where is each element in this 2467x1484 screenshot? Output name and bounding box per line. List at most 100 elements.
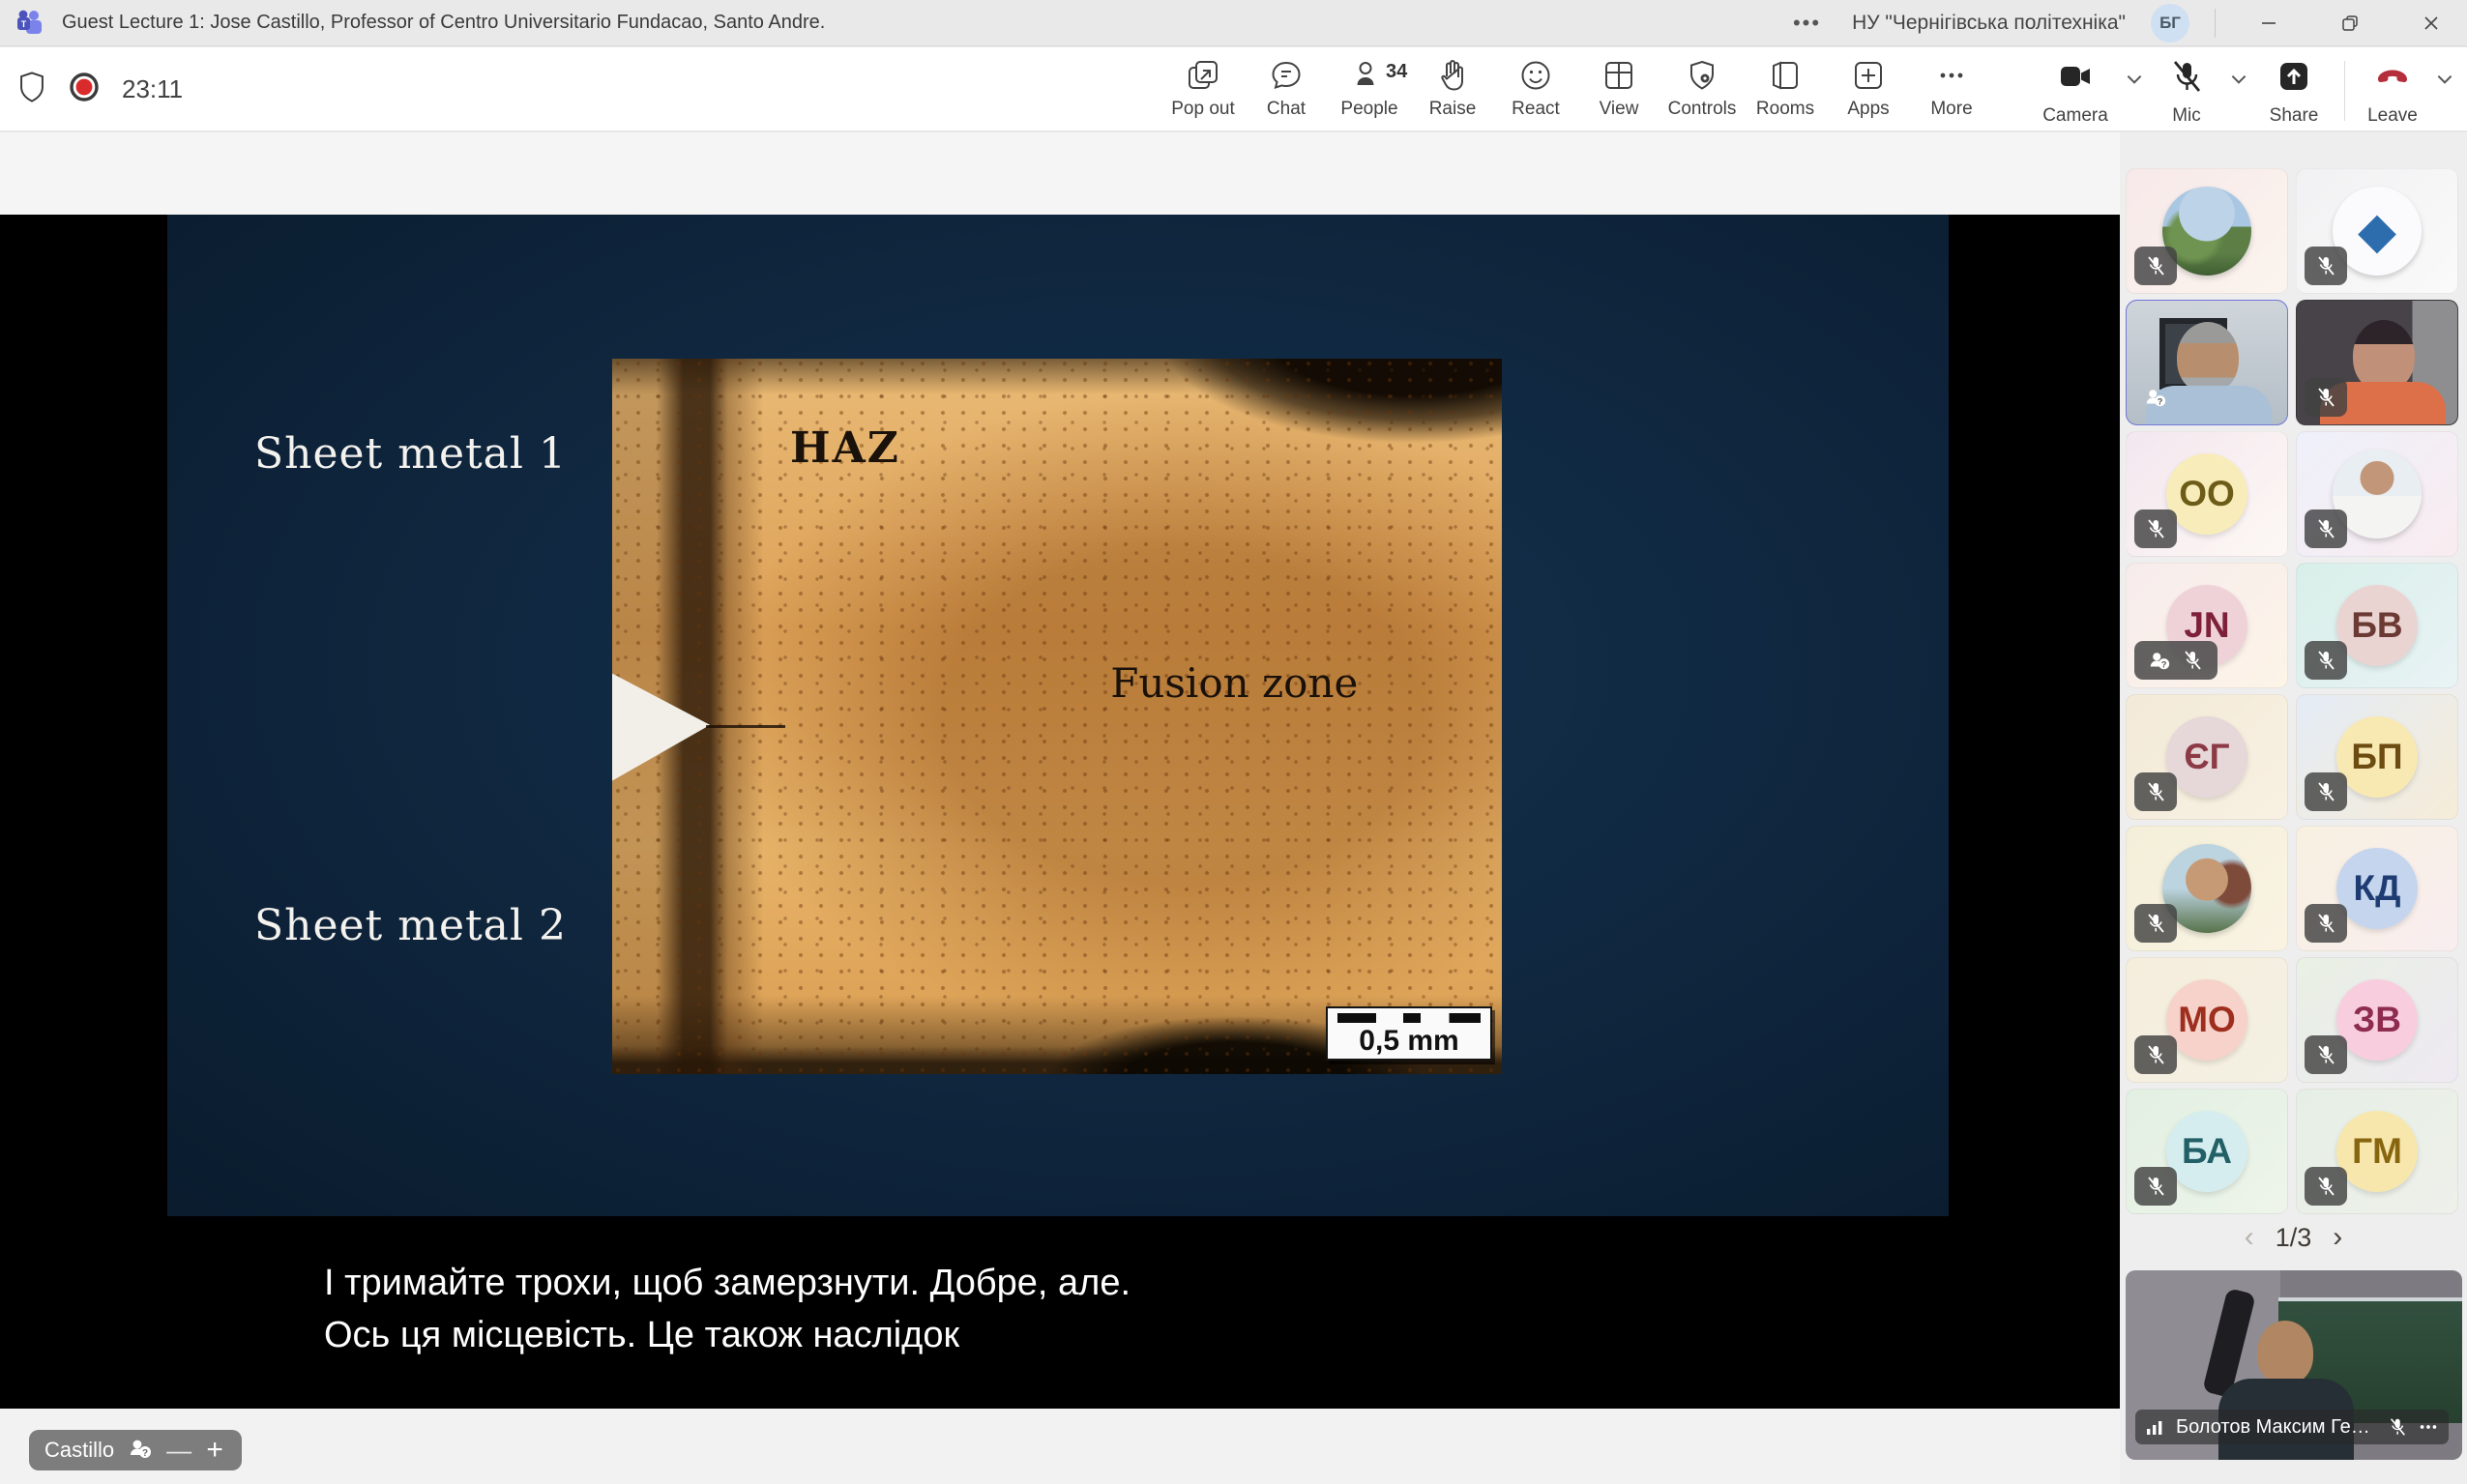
view-icon: [1601, 57, 1637, 94]
svg-text:?: ?: [2158, 396, 2163, 406]
meeting-title: Guest Lecture 1: Jose Castillo, Professo…: [62, 12, 825, 34]
restore-button[interactable]: [2322, 1, 2378, 45]
toolbar-people-button[interactable]: 34People: [1331, 57, 1408, 120]
controls-icon: [1684, 57, 1720, 94]
camera-icon: [2056, 57, 2095, 101]
mic-button[interactable]: Mic: [2153, 57, 2220, 127]
titlebar: T Guest Lecture 1: Jose Castillo, Profes…: [0, 0, 2467, 46]
participant-tile[interactable]: [2126, 168, 2288, 294]
scale-bar-segments: [1337, 1013, 1481, 1023]
minimize-button[interactable]: [2241, 1, 2297, 45]
shared-content-stage: Sheet metal 1 Sheet metal 2 HAZ Fusion z…: [0, 132, 2120, 1484]
crack-line: [706, 725, 786, 728]
share-button[interactable]: Share: [2257, 57, 2331, 127]
avatar-initials: ГМ: [2336, 1111, 2418, 1192]
participant-tile[interactable]: БП: [2296, 694, 2458, 820]
toolbar-rooms-button[interactable]: Rooms: [1747, 57, 1824, 120]
mic-muted-badge: [2134, 772, 2177, 811]
account-avatar-badge[interactable]: БГ: [2151, 4, 2189, 43]
toolbar-divider: [2344, 61, 2345, 121]
leave-options-chevron-icon[interactable]: [2430, 69, 2459, 90]
presenter-name: Castillo: [44, 1438, 114, 1463]
mic-muted-badge: [2134, 1035, 2177, 1074]
participants-sidebar: ◆? ООJN? БВ ЄГ БП КД МО ЗВ БА ГМ ‹ 1/3 › Болотов …: [2120, 132, 2467, 1484]
toolbar-react-button[interactable]: React: [1497, 57, 1574, 120]
leave-button[interactable]: Leave: [2359, 57, 2426, 127]
toolbar-view-button[interactable]: View: [1580, 57, 1658, 120]
toolbar-popout-button[interactable]: Pop out: [1164, 57, 1242, 120]
scale-bar: 0,5 mm: [1326, 1006, 1492, 1061]
mic-muted-icon: [2387, 1416, 2408, 1438]
toolbar-controls-button[interactable]: Controls: [1663, 57, 1741, 120]
notch-wedge: [612, 674, 710, 781]
scale-bar-label: 0,5 mm: [1328, 1025, 1490, 1058]
participant-tile[interactable]: БВ: [2296, 563, 2458, 688]
leave-call-icon: [2373, 57, 2412, 101]
share-icon: [2275, 57, 2313, 101]
popout-icon: [1185, 57, 1221, 94]
participant-tile[interactable]: ГМ: [2296, 1089, 2458, 1214]
toolbar-chat-button[interactable]: Chat: [1248, 57, 1325, 120]
svg-text:?: ?: [142, 1448, 148, 1459]
svg-text:T: T: [21, 19, 27, 29]
mic-muted-badge: [2134, 509, 2177, 548]
attendee-question-badge: ?: [2134, 378, 2177, 417]
participant-tile[interactable]: JN?: [2126, 563, 2288, 688]
caption-line-2: Ось ця місцевість. Це також наслідок: [324, 1309, 1131, 1361]
org-name: НУ "Чернігівська політехніка": [1852, 12, 2126, 35]
attendee-question-mic-badge: ?: [2134, 641, 2217, 680]
mic-options-chevron-icon[interactable]: [2224, 69, 2253, 90]
avatar-initials: БВ: [2336, 585, 2418, 666]
mic-muted-badge: [2305, 904, 2347, 943]
titlebar-divider: [2215, 9, 2216, 38]
mic-muted-badge: [2305, 1167, 2347, 1206]
participant-tile[interactable]: [2126, 826, 2288, 951]
participant-tile[interactable]: МО: [2126, 957, 2288, 1083]
toolbar-raise-button[interactable]: Raise: [1414, 57, 1491, 120]
gallery-page-indicator: 1/3: [2276, 1223, 2312, 1253]
more-icon: [1933, 57, 1970, 94]
close-button[interactable]: [2403, 1, 2459, 45]
toolbar-more-button[interactable]: More: [1913, 57, 1990, 120]
participant-tile[interactable]: ОО: [2126, 431, 2288, 557]
haz-label: HAZ: [790, 423, 900, 473]
mic-muted-badge: [2134, 904, 2177, 943]
participant-tile[interactable]: ?: [2126, 300, 2288, 425]
zoom-in-button[interactable]: +: [203, 1434, 226, 1467]
stage-top-gap: [0, 132, 2120, 215]
meeting-timer: 23:11: [122, 74, 183, 104]
avatar-initials: ЗВ: [2336, 979, 2418, 1061]
toolbar-apps-button[interactable]: Apps: [1830, 57, 1907, 120]
mic-muted-badge: [2305, 509, 2347, 548]
presenter-chip[interactable]: Castillo ? — +: [29, 1430, 242, 1470]
mic-muted-badge: [2134, 247, 2177, 285]
participant-tile[interactable]: [2296, 300, 2458, 425]
gallery-next-button[interactable]: ›: [2333, 1221, 2342, 1254]
participant-tile[interactable]: ЗВ: [2296, 957, 2458, 1083]
recording-indicator-icon: [68, 71, 101, 108]
self-participant-name: Болотов Максим Ген...: [2176, 1416, 2377, 1439]
participant-tile[interactable]: ◆: [2296, 168, 2458, 294]
teams-logo-icon: T: [14, 7, 46, 40]
avatar-initials: МО: [2166, 979, 2247, 1061]
titlebar-overflow-button[interactable]: •••: [1787, 11, 1827, 36]
camera-options-chevron-icon[interactable]: [2120, 69, 2149, 90]
participant-tile[interactable]: ЄГ: [2126, 694, 2288, 820]
mic-muted-badge: [2305, 641, 2347, 680]
participant-tile[interactable]: КД: [2296, 826, 2458, 951]
participant-tile[interactable]: [2296, 431, 2458, 557]
live-captions: І тримайте трохи, щоб замерзнути. Добре,…: [324, 1257, 1131, 1361]
zoom-out-button[interactable]: —: [166, 1436, 190, 1466]
avatar-initials: КД: [2336, 848, 2418, 929]
avatar-initials: БП: [2336, 716, 2418, 798]
gallery-prev-button[interactable]: ‹: [2245, 1221, 2254, 1254]
participant-face: [2353, 320, 2415, 392]
avatar-initials: БА: [2166, 1111, 2247, 1192]
more-options-icon[interactable]: [2418, 1416, 2439, 1438]
camera-button[interactable]: Camera: [2035, 57, 2116, 127]
self-video-tile[interactable]: Болотов Максим Ген...: [2126, 1270, 2462, 1460]
self-video-name-bar: Болотов Максим Ген...: [2135, 1410, 2449, 1444]
gallery-pagination: ‹ 1/3 ›: [2120, 1221, 2467, 1254]
presentation-slide: Sheet metal 1 Sheet metal 2 HAZ Fusion z…: [167, 215, 1949, 1216]
participant-tile[interactable]: БА: [2126, 1089, 2288, 1214]
